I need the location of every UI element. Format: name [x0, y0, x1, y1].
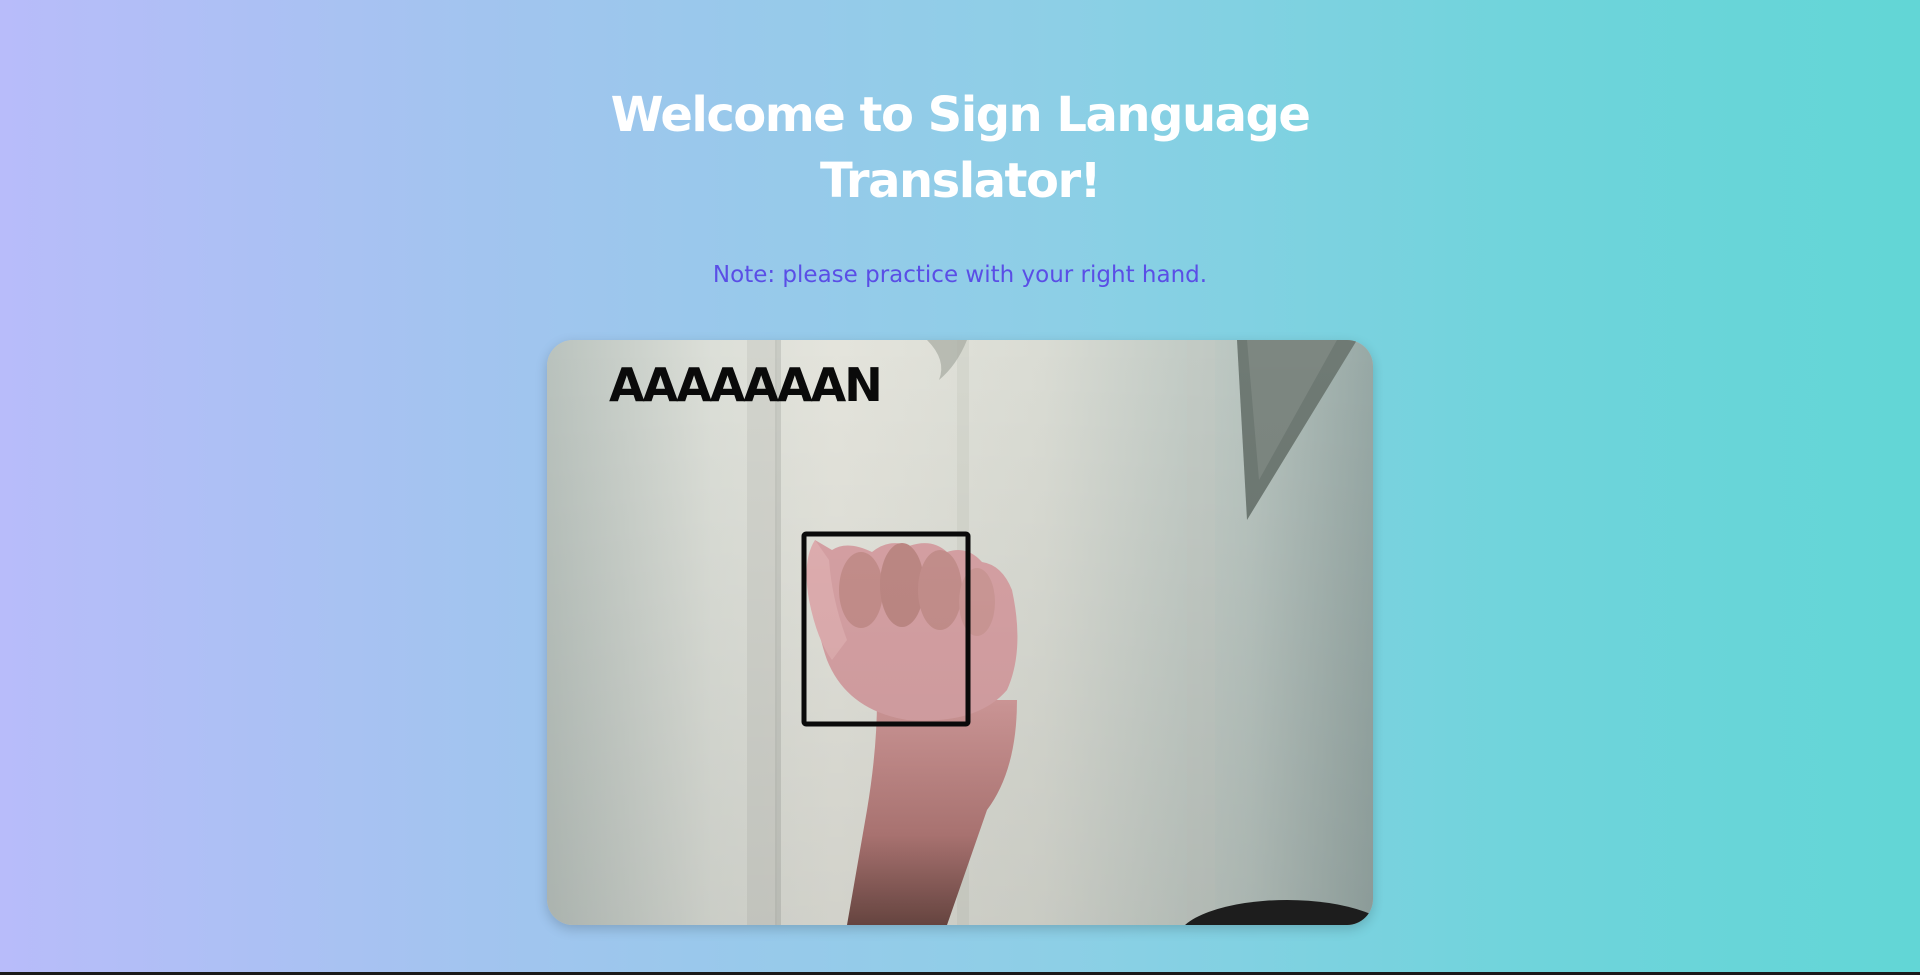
webcam-feed: AAAAAAAN: [547, 340, 1373, 925]
hand-note: Note: please practice with your right ha…: [712, 262, 1208, 288]
page: Welcome to Sign Language Translator! Not…: [0, 0, 1920, 972]
page-title: Welcome to Sign Language Translator!: [0, 82, 1920, 214]
prediction-text: AAAAAAAN: [609, 358, 883, 412]
webcam-image: [547, 340, 1373, 925]
page-title-line-1: Welcome to Sign Language: [610, 87, 1311, 143]
page-title-line-2: Translator!: [819, 153, 1102, 209]
